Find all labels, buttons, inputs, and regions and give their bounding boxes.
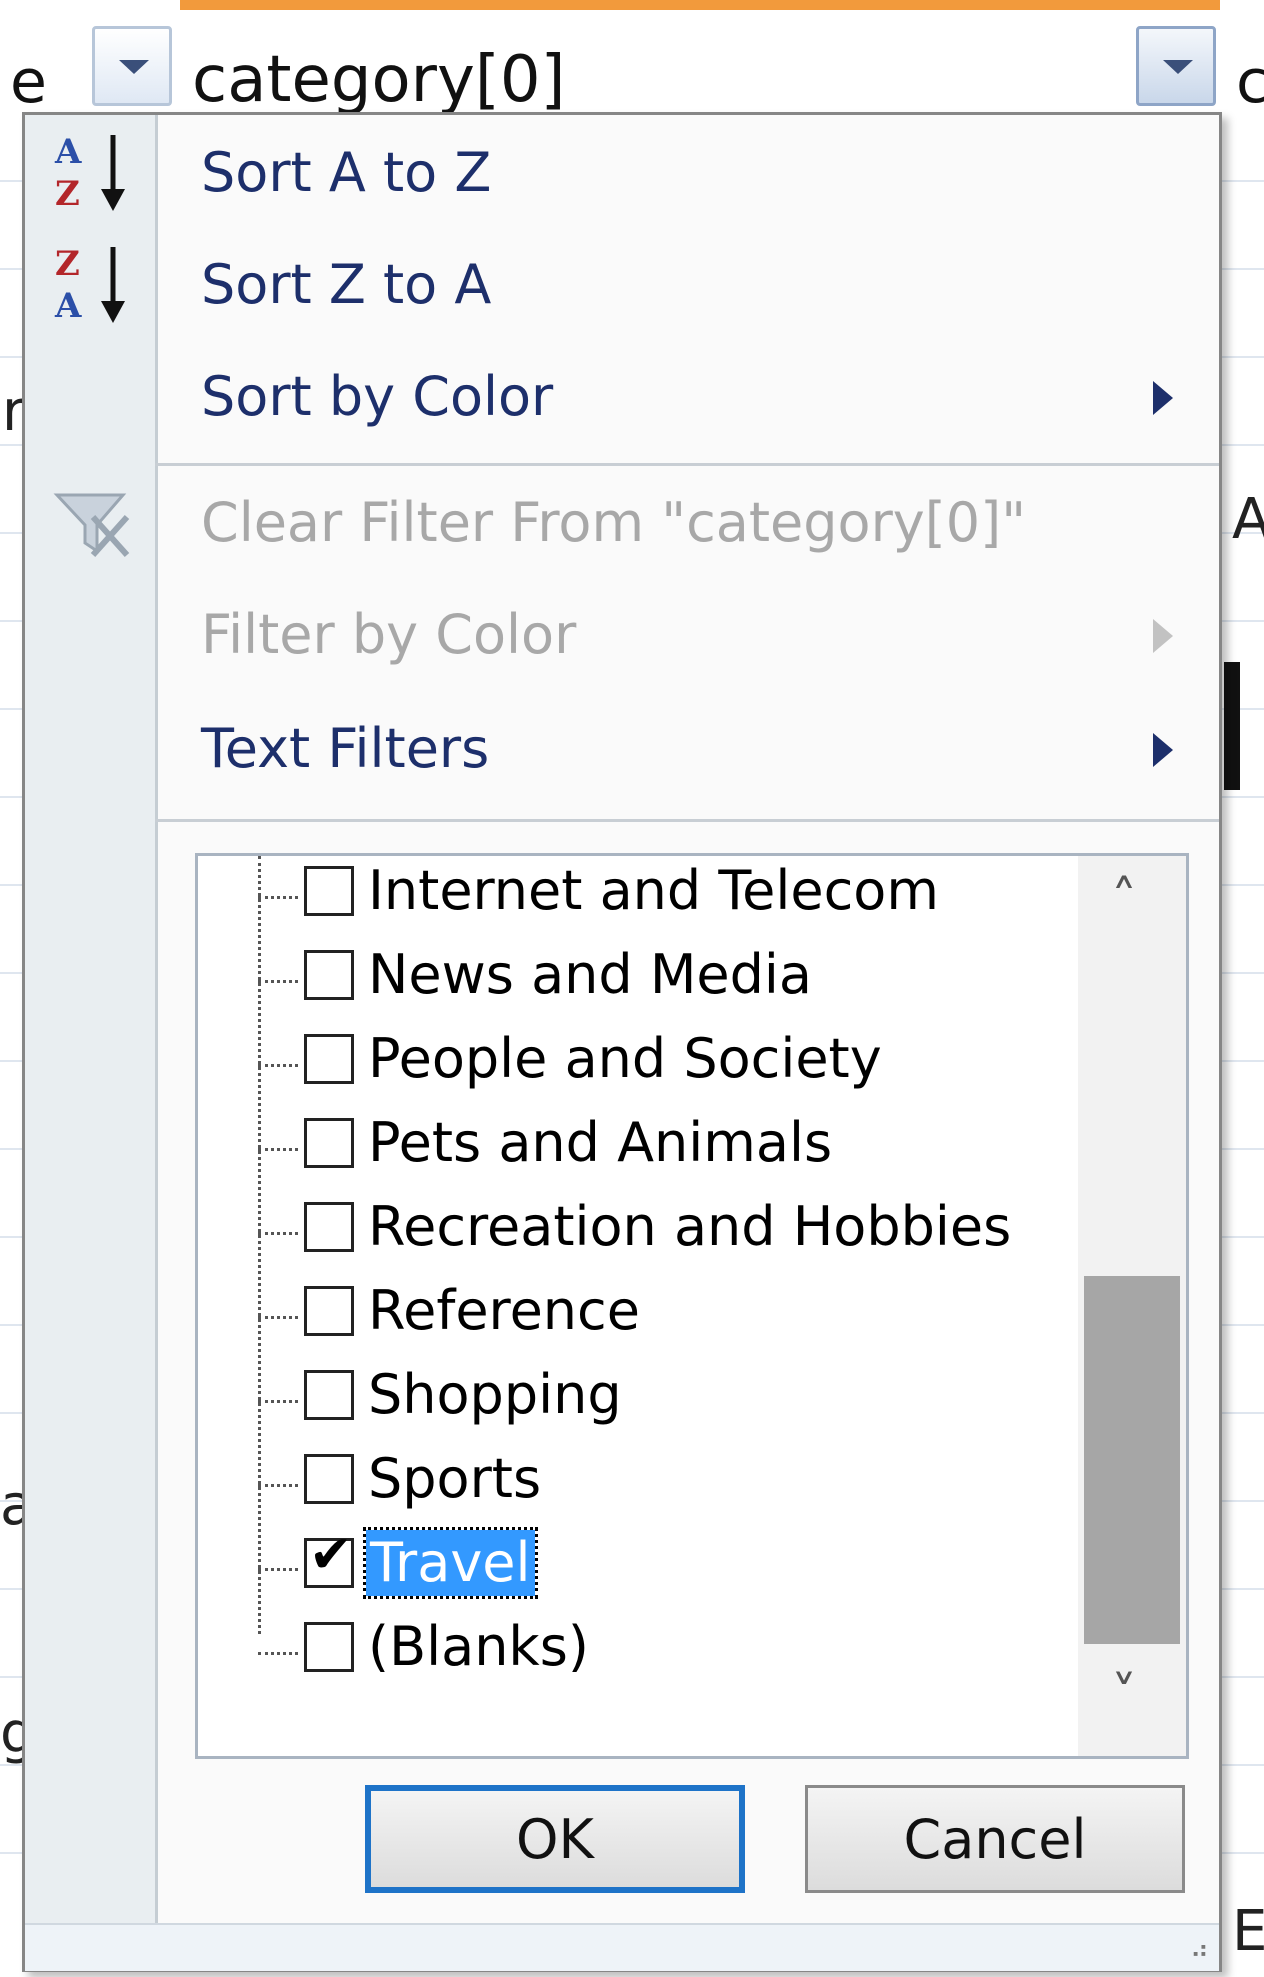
- list-item[interactable]: Internet and Telecom: [198, 856, 1078, 940]
- svg-text:A: A: [54, 286, 82, 326]
- tree-connector: [258, 896, 298, 899]
- category-filter-dropdown[interactable]: [1136, 26, 1216, 106]
- tree-connector: [258, 1316, 298, 1319]
- cell-border-fragment: [1224, 662, 1240, 790]
- menu-item-label: Sort A to Z: [201, 141, 492, 204]
- tree-connector: [258, 1064, 298, 1067]
- list-item[interactable]: Recreation and Hobbies: [198, 1192, 1078, 1276]
- menu-item-sort-a-to-z[interactable]: A Z Sort A to Z: [25, 115, 1219, 227]
- list-item-label: People and Society: [368, 1027, 882, 1090]
- next-column-header-fragment: c: [1236, 47, 1264, 117]
- column-header-category[interactable]: category[0]: [192, 48, 566, 112]
- tree-connector: [258, 1568, 298, 1571]
- menu-item-label: Text Filters: [201, 717, 490, 780]
- menu-resize-bar: ⠴: [25, 1923, 1219, 1971]
- menu-item-label: Sort by Color: [201, 365, 554, 428]
- menu-item-clear-filter[interactable]: Clear Filter From "category[0]": [25, 465, 1219, 577]
- list-item-label: Pets and Animals: [368, 1111, 833, 1174]
- menu-separator: [155, 819, 1219, 822]
- svg-text:Z: Z: [55, 174, 80, 214]
- checkbox-checked[interactable]: ✔: [304, 1529, 354, 1588]
- submenu-arrow-icon: [1153, 733, 1173, 767]
- cell-fragment: A: [1232, 487, 1264, 552]
- list-item-label: Recreation and Hobbies: [368, 1195, 1012, 1258]
- checkbox[interactable]: [304, 1454, 354, 1504]
- clear-filter-icon: [53, 493, 130, 558]
- list-item-label: News and Media: [368, 943, 813, 1006]
- menu-item-label: Filter by Color: [201, 603, 577, 666]
- submenu-arrow-icon: [1153, 619, 1173, 653]
- list-item[interactable]: Shopping: [198, 1360, 1078, 1444]
- checkbox[interactable]: [304, 1118, 354, 1168]
- cell-fragment: E: [1232, 1899, 1264, 1964]
- list-item-label: Shopping: [368, 1363, 622, 1426]
- menu-item-sort-z-to-a[interactable]: Z A Sort Z to A: [25, 227, 1219, 339]
- list-item[interactable]: (Blanks): [198, 1612, 1078, 1696]
- prev-column-header-fragment: e: [10, 47, 47, 117]
- checkbox[interactable]: [304, 1370, 354, 1420]
- checkbox[interactable]: [304, 866, 354, 916]
- list-item-label: Travel: [363, 1527, 538, 1599]
- tree-connector: [258, 1232, 298, 1235]
- svg-text:Z: Z: [55, 244, 80, 284]
- list-item-label: Reference: [368, 1279, 640, 1342]
- chevron-down-icon: ˅: [1111, 1666, 1137, 1726]
- list-item[interactable]: Reference: [198, 1276, 1078, 1360]
- menu-item-text-filters[interactable]: Text Filters: [25, 691, 1219, 803]
- resize-grip-icon[interactable]: ⠴: [1190, 1937, 1209, 1963]
- checkbox[interactable]: [304, 1622, 354, 1672]
- chevron-down-icon: [119, 60, 149, 74]
- menu-item-sort-by-color[interactable]: Sort by Color: [25, 339, 1219, 451]
- cancel-button[interactable]: Cancel: [805, 1785, 1185, 1893]
- submenu-arrow-icon: [1153, 381, 1173, 415]
- tree-connector: [258, 1400, 298, 1403]
- checkbox[interactable]: [304, 1286, 354, 1336]
- sort-a-to-z-icon: A Z: [54, 132, 125, 214]
- list-item-label: (Blanks): [368, 1615, 589, 1678]
- menu-item-label: Clear Filter From "category[0]": [201, 491, 1027, 554]
- list-item-selected[interactable]: ✔ Travel: [198, 1527, 1078, 1612]
- menu-item-filter-by-color[interactable]: Filter by Color: [25, 577, 1219, 689]
- scroll-up-button[interactable]: ˄: [1078, 856, 1186, 946]
- tree-connector: [258, 1484, 298, 1487]
- checkbox[interactable]: [304, 1202, 354, 1252]
- list-item[interactable]: News and Media: [198, 940, 1078, 1024]
- sort-z-to-a-icon: Z A: [54, 244, 125, 326]
- menu-item-label: Sort Z to A: [201, 253, 492, 316]
- tree-connector: [258, 980, 298, 983]
- autofilter-menu: A Z Sort A to Z Z A Sort Z to A Sort by …: [22, 112, 1222, 1972]
- chevron-up-icon: ˄: [1111, 870, 1137, 930]
- checkmark-icon: ✔: [309, 1525, 353, 1585]
- list-item[interactable]: Sports: [198, 1444, 1078, 1528]
- scroll-thumb[interactable]: [1084, 1276, 1180, 1644]
- ok-button[interactable]: OK: [365, 1785, 745, 1893]
- list-item-label: Internet and Telecom: [368, 859, 939, 922]
- scroll-down-button[interactable]: ˅: [1078, 1660, 1186, 1750]
- tree-connector: [258, 1148, 298, 1151]
- checkbox[interactable]: [304, 1034, 354, 1084]
- checkbox[interactable]: [304, 950, 354, 1000]
- list-item[interactable]: People and Society: [198, 1024, 1078, 1108]
- filter-values-list[interactable]: Internet and Telecom News and Media Peop…: [195, 853, 1189, 1759]
- chevron-down-icon: [1163, 60, 1193, 74]
- prev-column-filter-dropdown[interactable]: [92, 26, 172, 106]
- tree-connector: [258, 1652, 298, 1655]
- svg-text:A: A: [54, 132, 82, 172]
- active-column-accent: [180, 0, 1220, 10]
- list-scrollbar[interactable]: ˄ ˅: [1078, 856, 1186, 1756]
- list-item-label: Sports: [368, 1447, 542, 1510]
- list-item[interactable]: Pets and Animals: [198, 1108, 1078, 1192]
